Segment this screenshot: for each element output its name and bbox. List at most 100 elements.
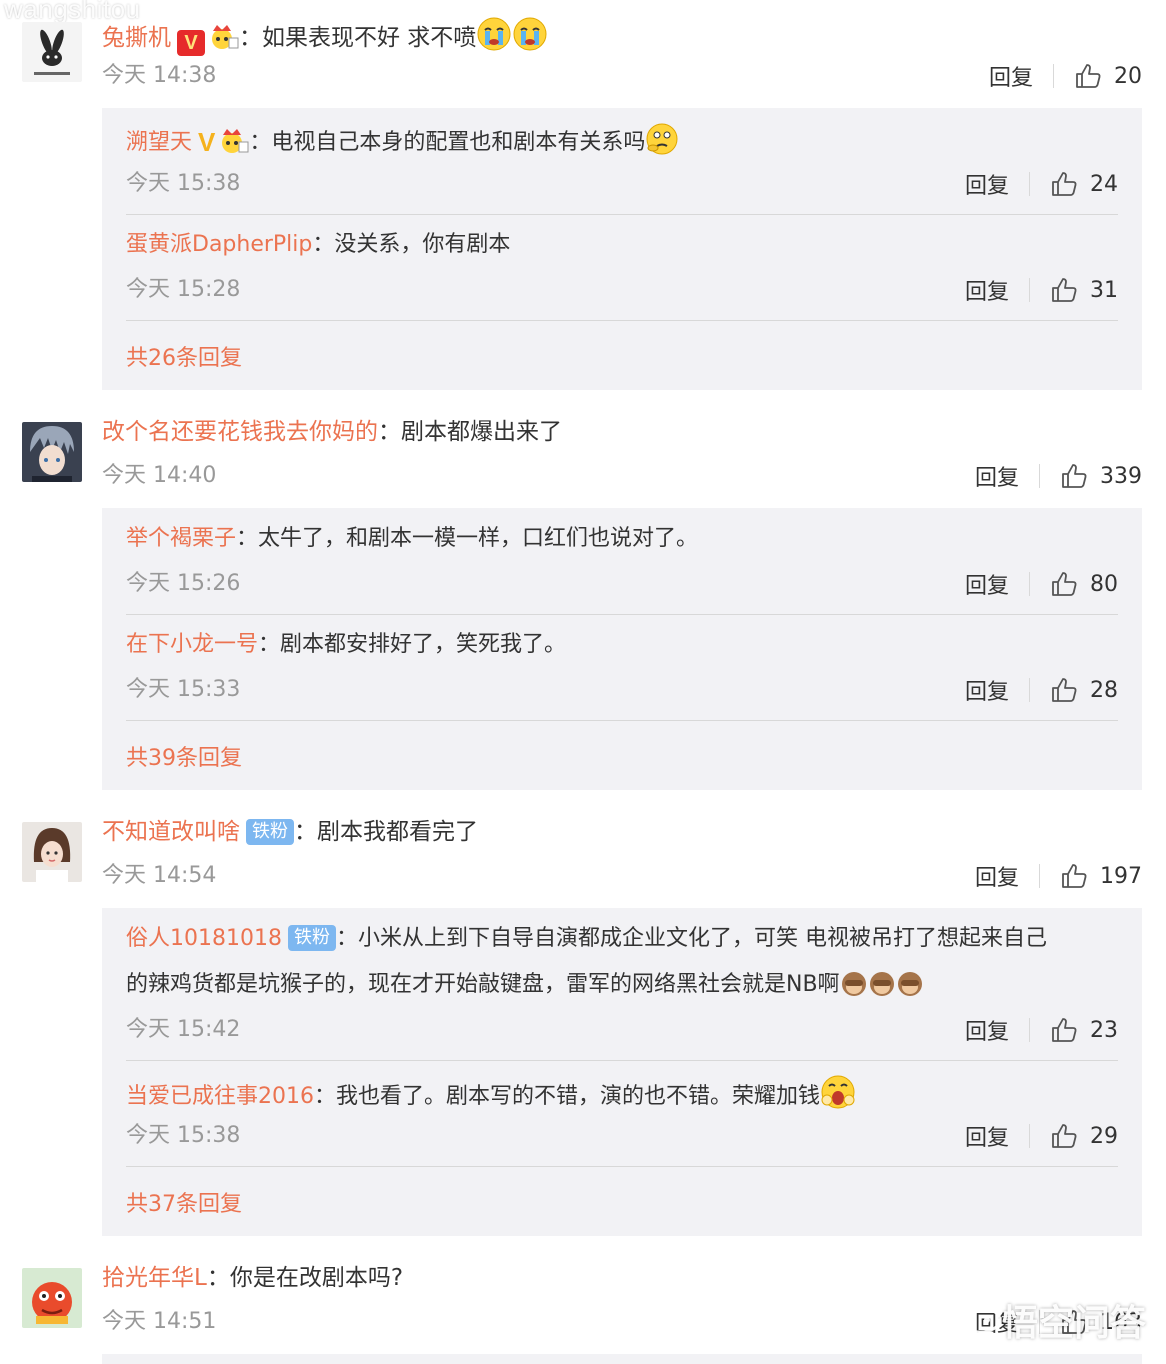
reply-divider xyxy=(126,720,1118,721)
reply-content: 小米从上到下自导自演都成企业文化了，可笑 电视被吊打了想起来自己 xyxy=(358,926,1047,951)
reply-meta: 今天 15:42 回复 23 xyxy=(126,1014,1118,1046)
reply-button[interactable]: 回复 xyxy=(965,1120,1009,1152)
divider xyxy=(1029,172,1030,196)
reply-item: 举个褐栗子：太牛了，和剧本一模一样，口红们也说对了。 今天 15:26 回复 8… xyxy=(126,508,1118,614)
reply-thread-partial xyxy=(102,1354,1142,1364)
reply-text-line: 当爱已成往事2016：我也看了。剧本写的不错，演的也不错。荣耀加钱 xyxy=(126,1074,856,1114)
colon: ： xyxy=(236,526,259,551)
crown-icon xyxy=(222,129,249,153)
like-count: 20 xyxy=(1114,63,1142,89)
comment-meta: 今天 14:54 回复 197 xyxy=(102,860,1142,892)
username-link[interactable]: 举个褐栗子 xyxy=(126,526,236,551)
reply-content-continued: 的辣鸡货都是坑猴子的，现在才开始敲键盘，雷军的网络黑社会就是NB啊 xyxy=(126,972,840,997)
reply-content: 太牛了，和剧本一模一样，口红们也说对了。 xyxy=(258,526,699,551)
username-link[interactable]: 兔撕机 xyxy=(102,25,171,51)
see-no-evil-monkey-emoji-icon xyxy=(897,972,922,996)
timestamp: 今天 15:38 xyxy=(126,1123,241,1148)
avatar[interactable] xyxy=(22,422,82,482)
reply-actions: 回复 31 xyxy=(965,274,1118,306)
more-replies-link[interactable]: 共37条回复 xyxy=(126,1186,242,1218)
brand-watermark-text: 悟空问答 xyxy=(1001,1303,1146,1344)
comment-text-line: 不知道改叫啥 铁粉 ：剧本我都看完了 xyxy=(102,816,478,848)
like-button[interactable]: 23 xyxy=(1050,1016,1118,1044)
thumbs-up-icon xyxy=(1062,864,1087,888)
timestamp: 今天 15:28 xyxy=(126,277,241,302)
thumbs-up-icon xyxy=(1052,172,1077,196)
reply-text-line: 溯望天 V ：电视自己本身的配置也和剧本有关系吗 xyxy=(126,122,679,160)
reply-thread: 俗人10181018 铁粉 ：小米从上到下自导自演都成企业文化了，可笑 电视被吊打了… xyxy=(102,908,1142,1236)
divider xyxy=(1029,1018,1030,1042)
reply-meta: 今天 15:38 回复 29 xyxy=(126,1120,1118,1152)
username-link[interactable]: 拾光年华L xyxy=(102,1265,207,1291)
reply-button[interactable]: 回复 xyxy=(975,460,1019,492)
colon: ： xyxy=(206,1265,230,1291)
username-link[interactable]: 在下小龙一号 xyxy=(126,632,258,657)
thumbs-up-icon xyxy=(1052,1018,1077,1042)
like-count: 197 xyxy=(1100,863,1142,889)
brand-watermark: 悟空问答 xyxy=(958,1294,1146,1346)
like-button[interactable]: 20 xyxy=(1074,62,1142,90)
reply-button[interactable]: 回复 xyxy=(965,1014,1009,1046)
shocked-emoji-icon xyxy=(821,1075,855,1109)
avatar[interactable] xyxy=(22,22,82,82)
comment-content: 剧本我都看完了 xyxy=(317,819,478,845)
username-link[interactable]: 不知道改叫啥 xyxy=(102,819,240,845)
divider xyxy=(1029,572,1030,596)
crown-icon xyxy=(212,25,239,49)
reply-item: 蛋黄派DapherPlip：没关系，你有剧本 今天 15:28 回复 31 xyxy=(126,214,1118,320)
username-link[interactable]: 蛋黄派DapherPlip xyxy=(126,232,312,257)
reply-button[interactable]: 回复 xyxy=(965,568,1009,600)
like-count: 29 xyxy=(1090,1123,1118,1149)
username-link[interactable]: 俗人10181018 xyxy=(126,926,282,951)
like-button[interactable]: 24 xyxy=(1050,170,1118,198)
reply-text-line: 俗人10181018 铁粉 ：小米从上到下自导自演都成企业文化了，可笑 电视被吊打了… xyxy=(126,922,1047,956)
see-no-evil-monkey-emoji-icon xyxy=(841,972,866,996)
reply-divider xyxy=(126,320,1118,321)
reply-actions: 回复 29 xyxy=(965,1120,1118,1152)
colon: ： xyxy=(314,1084,337,1109)
like-button[interactable]: 29 xyxy=(1050,1122,1118,1150)
colon: ： xyxy=(294,819,317,845)
divider xyxy=(1039,464,1040,488)
username-link[interactable]: 溯望天 xyxy=(126,130,192,155)
username-link[interactable]: 当爱已成往事2016 xyxy=(126,1084,314,1109)
see-no-evil-monkey-emoji-icon xyxy=(869,972,894,996)
like-count: 31 xyxy=(1090,277,1118,303)
username-link[interactable]: 改个名还要花钱我去你妈的 xyxy=(102,419,378,445)
reply-button[interactable]: 回复 xyxy=(965,674,1009,706)
comment-text-line: 拾光年华L：你是在改剧本吗? xyxy=(102,1262,403,1294)
thumbs-up-icon xyxy=(1062,464,1087,488)
reply-meta: 今天 15:38 回复 24 xyxy=(126,168,1118,200)
like-button[interactable]: 80 xyxy=(1050,570,1118,598)
more-replies-link[interactable]: 共26条回复 xyxy=(126,340,242,372)
like-count: 28 xyxy=(1090,677,1118,703)
timestamp: 今天 14:40 xyxy=(102,463,217,488)
like-button[interactable]: 31 xyxy=(1050,276,1118,304)
comment-actions: 回复 20 xyxy=(989,60,1142,92)
reply-thread: 举个褐栗子：太牛了，和剧本一模一样，口红们也说对了。 今天 15:26 回复 8… xyxy=(102,508,1142,790)
thumbs-up-icon xyxy=(1052,572,1077,596)
thumbs-up-icon xyxy=(1052,678,1077,702)
comment-content: 你是在改剧本吗? xyxy=(229,1265,404,1291)
timestamp: 今天 14:51 xyxy=(102,1309,217,1334)
reply-button[interactable]: 回复 xyxy=(975,860,1019,892)
like-count: 80 xyxy=(1090,571,1118,597)
thumbs-up-icon xyxy=(1052,278,1077,302)
avatar[interactable] xyxy=(22,822,82,882)
like-count: 24 xyxy=(1090,171,1118,197)
colon: ： xyxy=(335,926,358,951)
like-button[interactable]: 28 xyxy=(1050,676,1118,704)
reply-button[interactable]: 回复 xyxy=(965,168,1009,200)
comment-meta: 今天 14:40 回复 339 xyxy=(102,460,1142,492)
reply-button[interactable]: 回复 xyxy=(989,60,1033,92)
comment-actions: 回复 197 xyxy=(975,860,1142,892)
thinking-emoji-icon xyxy=(646,123,678,155)
brand-logo-icon xyxy=(958,1306,1002,1334)
more-replies-link[interactable]: 共39条回复 xyxy=(126,740,242,772)
like-button[interactable]: 339 xyxy=(1060,462,1142,490)
reply-button[interactable]: 回复 xyxy=(965,274,1009,306)
colon: ： xyxy=(312,232,335,257)
avatar[interactable] xyxy=(22,1268,82,1328)
reply-content: 没关系，你有剧本 xyxy=(334,232,511,257)
like-button[interactable]: 197 xyxy=(1060,862,1142,890)
